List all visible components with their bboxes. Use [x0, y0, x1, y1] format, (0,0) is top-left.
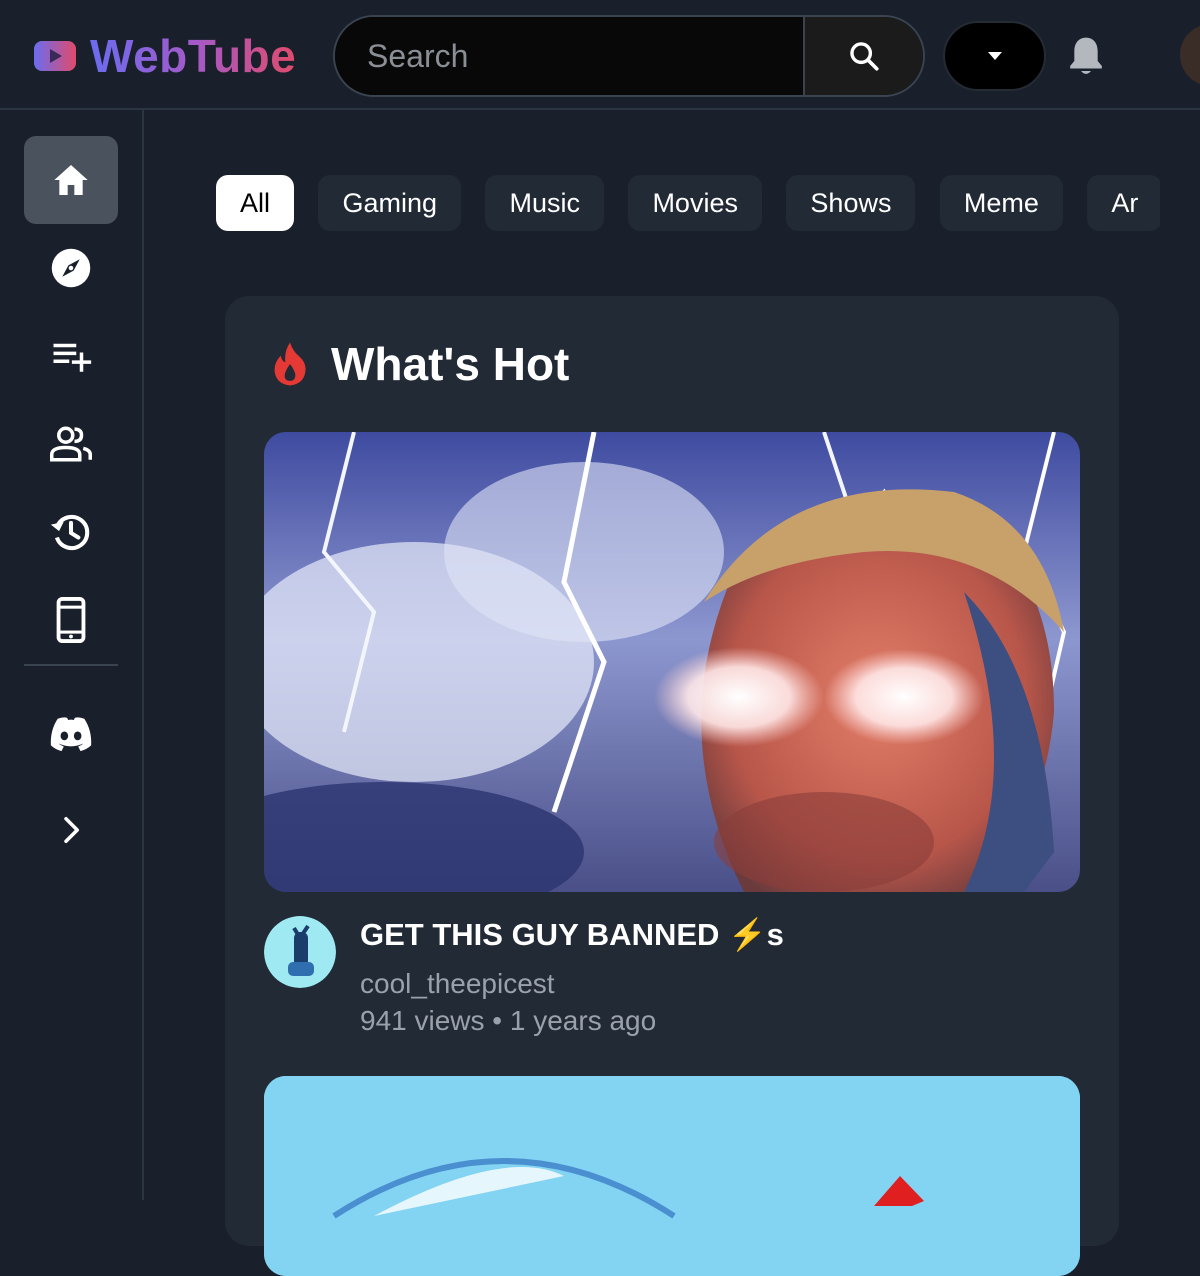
top-bar: WebTube — [0, 0, 1200, 110]
fire-icon — [274, 342, 306, 386]
discord-icon — [50, 717, 92, 752]
chevron-right-icon — [64, 817, 79, 843]
chip-music[interactable]: Music — [485, 175, 604, 231]
category-chips: All Gaming Music Movies Shows Meme Ar — [216, 175, 1160, 233]
video-meta: 941 views • 1 years ago — [360, 1005, 657, 1036]
chip-partial[interactable]: Ar — [1087, 175, 1160, 231]
app-name: WebTube — [90, 30, 297, 82]
home-icon — [54, 165, 88, 195]
chip-meme[interactable]: Meme — [939, 175, 1063, 231]
section-title: What's Hot — [331, 338, 570, 390]
video-title-text: GET THIS GUY BANNED — [360, 917, 720, 952]
chip-all[interactable]: All — [216, 175, 295, 231]
search-button[interactable] — [803, 17, 923, 95]
sidebar-item-playlists[interactable] — [24, 312, 118, 400]
sidebar-item-home[interactable] — [24, 136, 118, 224]
sidebar-item-history[interactable] — [24, 488, 118, 576]
mobile-icon — [56, 597, 86, 643]
history-icon — [50, 514, 90, 551]
whats-hot-section: What's Hot GET THIS GUY BANNED ⚡s cool_t… — [225, 296, 1119, 1276]
search-bar — [333, 15, 925, 97]
bell-icon[interactable] — [1066, 34, 1106, 78]
next-video-thumbnail[interactable] — [264, 1076, 1080, 1276]
video-title[interactable]: GET THIS GUY BANNED ⚡s — [360, 916, 784, 953]
compass-icon — [51, 248, 91, 288]
chip-movies[interactable]: Movies — [628, 175, 762, 231]
playlist-add-icon — [53, 343, 92, 372]
video-title-suffix: s — [766, 917, 784, 952]
subscriptions-icon — [50, 426, 92, 462]
sidebar-item-discord[interactable] — [24, 690, 118, 778]
search-input[interactable] — [335, 17, 803, 95]
channel-avatar-image — [264, 916, 336, 988]
account-dropdown-button[interactable] — [943, 21, 1046, 91]
webtube-logo-icon — [34, 41, 76, 71]
channel-avatar[interactable] — [264, 916, 336, 988]
chip-gaming[interactable]: Gaming — [318, 175, 462, 231]
lightning-emoji: ⚡ — [728, 917, 767, 952]
search-icon — [850, 42, 879, 71]
video-thumbnail[interactable] — [264, 432, 1080, 892]
user-avatar[interactable] — [1180, 24, 1200, 86]
chip-shows[interactable]: Shows — [786, 175, 916, 231]
sidebar-item-explore[interactable] — [24, 224, 118, 312]
caret-down-icon — [987, 52, 1002, 60]
video-thumbnail-image — [264, 432, 1080, 892]
sidebar — [0, 110, 144, 1200]
sidebar-item-subscriptions[interactable] — [24, 400, 118, 488]
logo[interactable]: WebTube — [34, 26, 296, 86]
next-video-thumbnail-image — [264, 1076, 1080, 1276]
section-header: What's Hot — [271, 336, 569, 392]
sidebar-item-mobile[interactable] — [24, 576, 118, 664]
sidebar-expand-button[interactable] — [24, 786, 118, 874]
sidebar-divider — [24, 664, 118, 666]
channel-name[interactable]: cool_theepicest — [360, 968, 555, 1000]
